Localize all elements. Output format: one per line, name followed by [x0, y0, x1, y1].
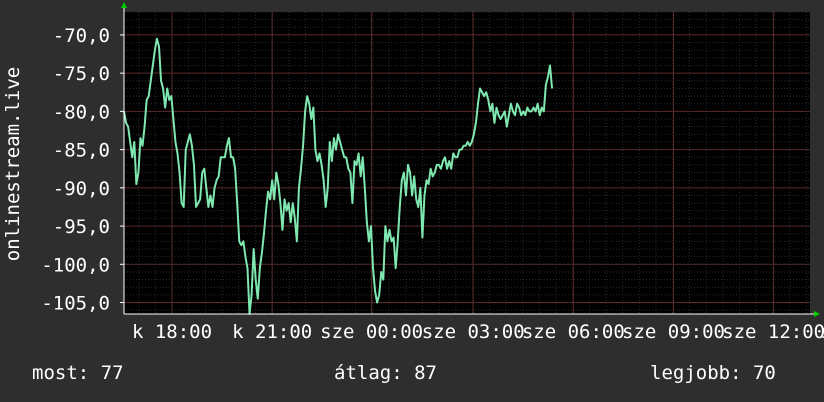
plot-background: [124, 12, 810, 314]
y-tick-label: -80,0: [53, 101, 110, 123]
y-tick-label: -85,0: [53, 140, 110, 162]
y-tick-label: -105,0: [41, 293, 110, 315]
x-tick-label: sze 15:00: [820, 321, 824, 343]
x-axis-arrow-icon: [814, 311, 820, 317]
y-tick-label: -95,0: [53, 216, 110, 238]
x-tick-label: sze 06:00: [522, 321, 625, 343]
stat-current: most: 77: [32, 362, 124, 384]
x-tick-label: sze 12:00: [722, 321, 824, 343]
x-tick-labels: k 18:00 k 21:00 sze 00:00sze 03:00sze 06:0…: [132, 321, 824, 343]
y-axis-label: onlinestream.live: [2, 67, 24, 261]
y-tick-labels: -70,0 -75,0 -80,0 -85,0 -90,0 -95,0 -100,0 -105…: [41, 25, 110, 315]
x-tick-label: sze 00:00: [320, 321, 423, 343]
y-axis-arrow-icon: [121, 2, 127, 8]
y-tick-label: -75,0: [53, 63, 110, 85]
x-tick-label: sze 03:00: [422, 321, 525, 343]
y-tick-label: -70,0: [53, 25, 110, 47]
y-tick-label: -100,0: [41, 254, 110, 276]
stat-best: legjobb: 70: [650, 362, 776, 384]
tick-marks: [120, 34, 124, 304]
x-tick-label: k 18:00: [132, 321, 212, 343]
y-tick-label: -90,0: [53, 178, 110, 200]
stat-average: átlag: 87: [334, 362, 437, 384]
x-tick-label: k 21:00: [232, 321, 312, 343]
x-tick-label: sze 09:00: [622, 321, 725, 343]
chart: -70,0 -75,0 -80,0 -85,0 -90,0 -95,0 -100,0 -105…: [2, 2, 824, 343]
